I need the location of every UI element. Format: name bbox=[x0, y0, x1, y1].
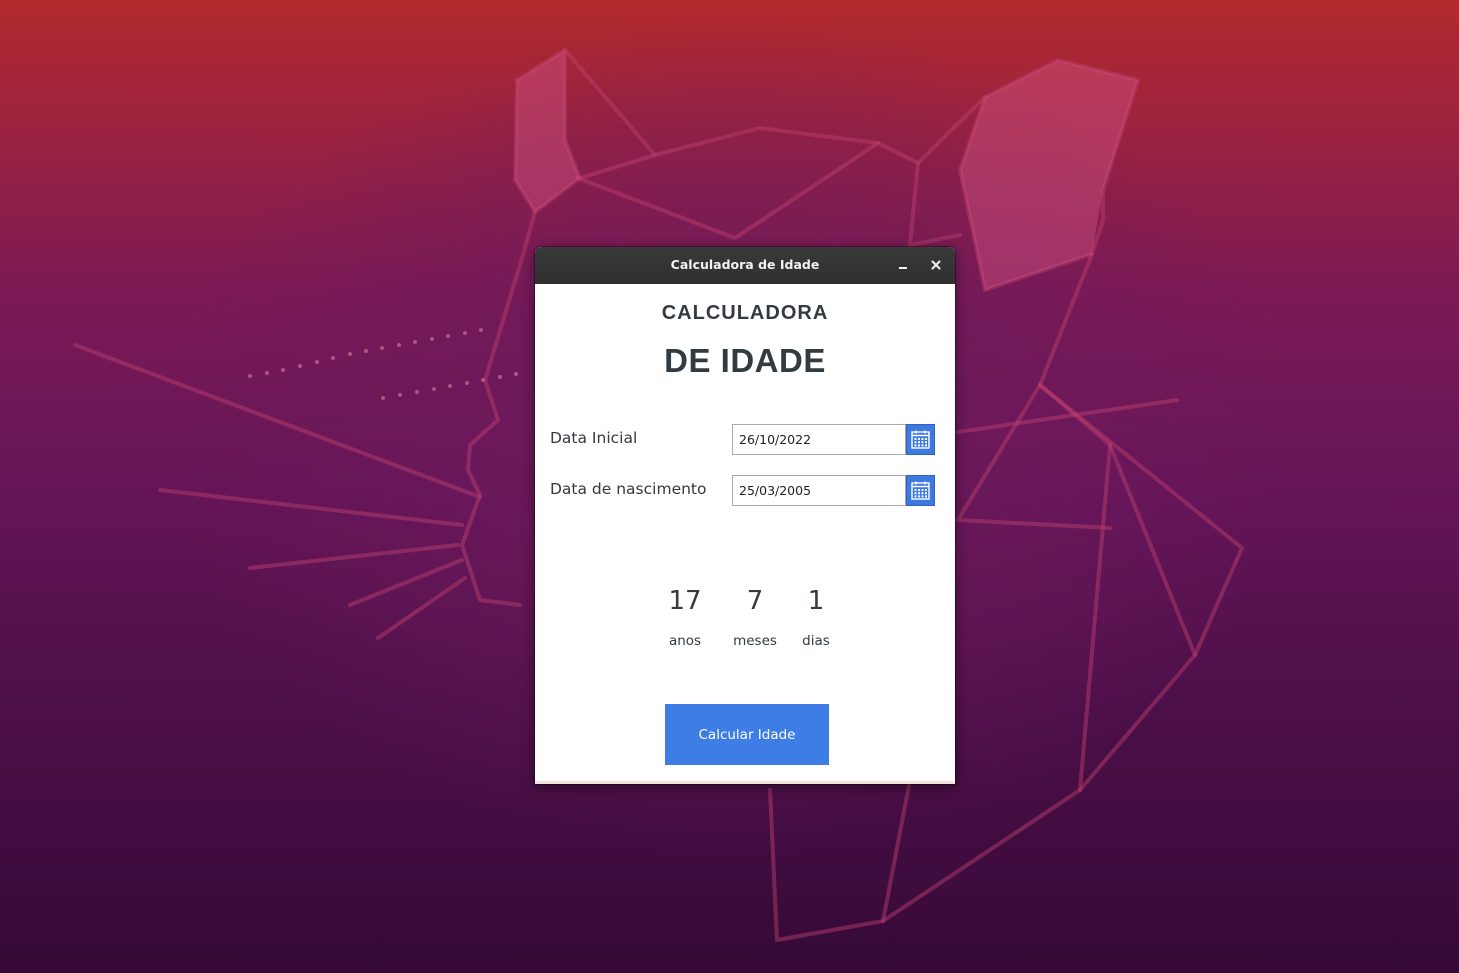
result-days-label: dias bbox=[802, 633, 830, 649]
calendar-icon bbox=[911, 481, 930, 500]
start-date-calendar-button[interactable] bbox=[906, 424, 935, 455]
birth-date-input[interactable] bbox=[732, 475, 906, 506]
birth-date-calendar-button[interactable] bbox=[906, 475, 935, 506]
minimize-icon bbox=[899, 267, 907, 269]
close-icon bbox=[931, 260, 941, 270]
app-window: Calculadora de Idade CALCULADORA DE IDAD… bbox=[535, 247, 955, 784]
result-years-value: 17 bbox=[668, 586, 702, 616]
close-button[interactable] bbox=[926, 255, 946, 275]
window-title: Calculadora de Idade bbox=[670, 257, 820, 272]
result-days-value: 1 bbox=[807, 586, 825, 616]
window-titlebar[interactable]: Calculadora de Idade bbox=[535, 247, 955, 284]
result-years-label: anos bbox=[668, 633, 702, 649]
app-content: CALCULADORA DE IDADE Data Inicial Data d… bbox=[535, 284, 955, 784]
result-months-value: 7 bbox=[746, 586, 764, 616]
start-date-input[interactable] bbox=[732, 424, 906, 455]
birth-date-label: Data de nascimento bbox=[550, 480, 707, 498]
result-months-label: meses bbox=[733, 633, 777, 649]
start-date-label: Data Inicial bbox=[550, 429, 638, 447]
app-title-line2: DE IDADE bbox=[664, 342, 826, 379]
minimize-button[interactable] bbox=[893, 255, 913, 275]
calendar-icon bbox=[911, 430, 930, 449]
calculate-age-button[interactable]: Calcular Idade bbox=[665, 704, 829, 765]
app-title-line1: CALCULADORA bbox=[661, 302, 829, 324]
